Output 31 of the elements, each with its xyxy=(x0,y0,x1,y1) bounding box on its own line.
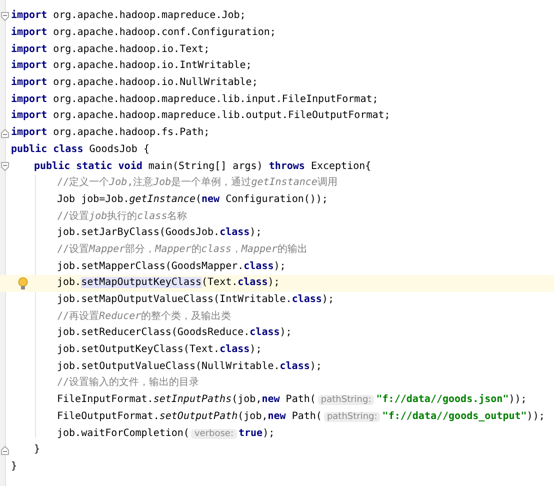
code-line: Job job=Job.getInstance(new Configuration()); xyxy=(57,192,328,207)
code-line: //设置输入的文件，输出的目录 xyxy=(57,376,200,390)
code-line: import org.apache.hadoop.mapreduce.lib.output.FileOutputFormat; xyxy=(11,108,390,124)
code-line: import org.apache.hadoop.fs.Path; xyxy=(11,126,210,140)
code-line: FileInputFormat.setInputPaths(job,new Path( pathString: "f://data//goods.json")); xyxy=(57,392,527,408)
code-line: //定义一个Job,注意Job是一个单例，通过getInstance调用 xyxy=(57,176,338,190)
fold-marker-icon[interactable] xyxy=(1,162,9,172)
code-line: } xyxy=(11,460,18,474)
code-line: //设置job执行的class名称 xyxy=(57,210,188,224)
code-line: job.setJarByClass(GoodsJob.class); xyxy=(57,226,262,240)
code-line: job.setOutputKeyClass(Text.class); xyxy=(57,343,262,358)
code-line: import org.apache.hadoop.io.NullWritable; xyxy=(11,76,258,90)
code-line: import org.apache.hadoop.io.IntWritable; xyxy=(11,58,252,74)
code-line: job.waitForCompletion( verbose: true); xyxy=(57,426,275,441)
code-line: FileOutputFormat.setOutputPath(job,new Path( pathString: "f://data//goods_output")); xyxy=(57,410,545,424)
code-line: job.setMapOutputValueClass(IntWritable.class); xyxy=(57,293,334,308)
fold-marker-icon[interactable] xyxy=(1,12,9,21)
code-line: import org.apache.hadoop.conf.Configuration; xyxy=(11,26,276,40)
code-line: public static void main(String[] args) throws Exception{ xyxy=(34,160,372,174)
code-line: job.setReducerClass(GoodsReduce.class); xyxy=(57,326,292,340)
code-line: job.setMapperClass(GoodsMapper.class); xyxy=(57,260,286,274)
lightbulb-icon[interactable] xyxy=(18,277,28,290)
code-line: } xyxy=(34,443,40,458)
code-line: public class GoodsJob { xyxy=(11,142,150,157)
code-line: //设置Mapper部分，Mapper的class，Mapper的输出 xyxy=(57,242,308,257)
code-line: import org.apache.hadoop.io.Text; xyxy=(11,42,210,57)
code-line: //再设置Reducer的整个类，及输出类 xyxy=(57,310,232,324)
code-line: job.setMapOutputKeyClass(Text.class); xyxy=(57,276,280,290)
code-line: import org.apache.hadoop.mapreduce.lib.input.FileInputFormat; xyxy=(11,92,378,107)
code-line: job.setOutputValueClass(NullWritable.class); xyxy=(57,360,322,374)
code-line: import org.apache.hadoop.mapreduce.Job; xyxy=(11,8,246,24)
